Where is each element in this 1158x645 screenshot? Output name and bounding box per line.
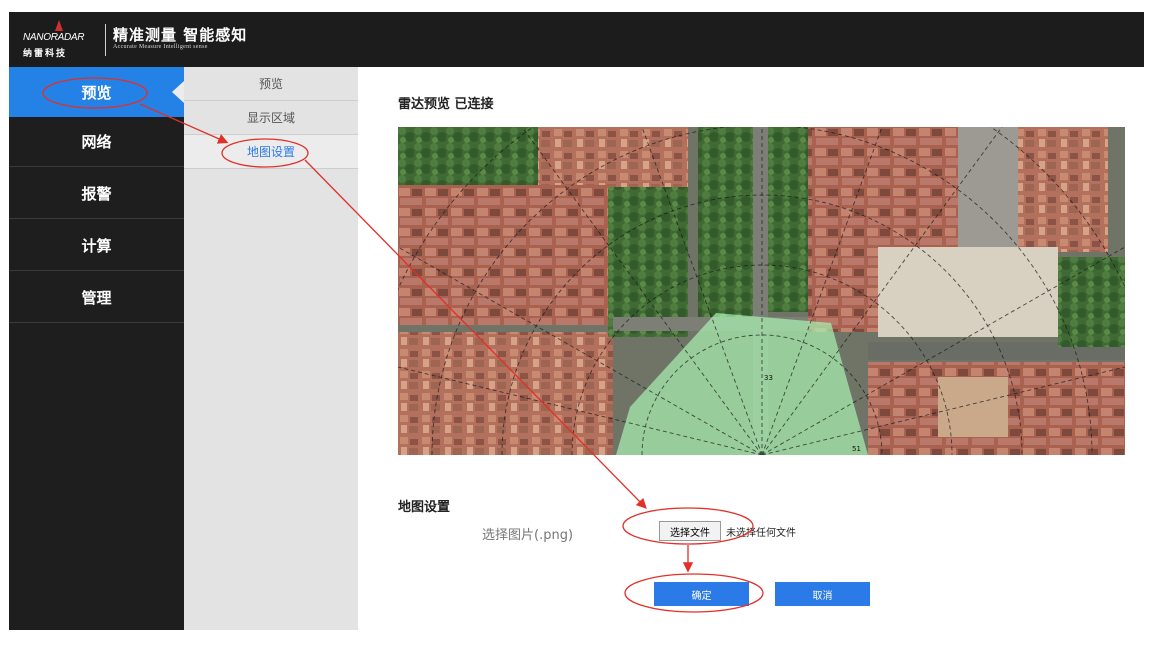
sidebar-item-label: 管理 (81, 289, 112, 307)
logo-cn-text: 纳雷科技 (23, 49, 68, 59)
sub-navigation: 预览 显示区域 地图设置 (184, 67, 358, 630)
cancel-button[interactable]: 取消 (775, 582, 870, 606)
sidebar-item-label: 计算 (81, 237, 112, 255)
radar-preview-title: 雷达预览 已连接 (398, 97, 494, 112)
slogan-en: Accurate Measure Intelligent sense (113, 44, 208, 50)
sidebar-item-manage[interactable]: 管理 (9, 273, 184, 323)
top-bar: NANORADAR 纳雷科技 精准测量 智能感知 Accurate Measur… (9, 12, 1144, 67)
logo-divider (105, 24, 106, 56)
subnav-item-preview[interactable]: 预览 (184, 67, 358, 101)
aerial-map-image: 33 51 (398, 127, 1125, 455)
map-settings-title: 地图设置 (398, 500, 451, 515)
main-sidebar: 预览 网络 报警 计算 管理 (9, 67, 184, 630)
active-indicator-icon (172, 81, 184, 103)
sidebar-item-label: 报警 (81, 185, 112, 203)
choose-image-label: 选择图片(.png) (482, 528, 574, 543)
subnav-item-label: 预览 (258, 77, 283, 91)
sidebar-item-label: 预览 (81, 83, 112, 102)
main-content: 雷达预览 已连接 33 51 地图设置 选择图片(.png) 选择文件 未选择任… (358, 67, 1144, 630)
sidebar-item-compute[interactable]: 计算 (9, 221, 184, 271)
range-label: 33 (764, 374, 773, 382)
subnav-item-map-settings[interactable]: 地图设置 (184, 135, 358, 169)
range-label: 51 (852, 445, 861, 453)
slogan-cn: 精准测量 智能感知 (113, 26, 248, 44)
nanoradar-logo: NANORADAR 纳雷科技 (23, 20, 103, 59)
logo-en-text: NANORADAR (23, 32, 85, 43)
sidebar-item-alarm[interactable]: 报警 (9, 169, 184, 219)
logo-mark-icon (55, 20, 63, 31)
radar-config-app: NANORADAR 纳雷科技 精准测量 智能感知 Accurate Measur… (9, 12, 1144, 630)
subnav-item-label: 显示区域 (246, 111, 295, 125)
subnav-item-display-area[interactable]: 显示区域 (184, 101, 358, 135)
sidebar-item-preview[interactable]: 预览 (9, 67, 184, 117)
subnav-item-label: 地图设置 (246, 145, 295, 159)
radar-map-view[interactable]: 33 51 (398, 127, 1125, 455)
sidebar-item-label: 网络 (81, 133, 112, 151)
file-status-text: 未选择任何文件 (726, 528, 796, 539)
confirm-button[interactable]: 确定 (654, 582, 749, 606)
sidebar-item-network[interactable]: 网络 (9, 117, 184, 167)
choose-file-button[interactable]: 选择文件 (659, 521, 721, 541)
